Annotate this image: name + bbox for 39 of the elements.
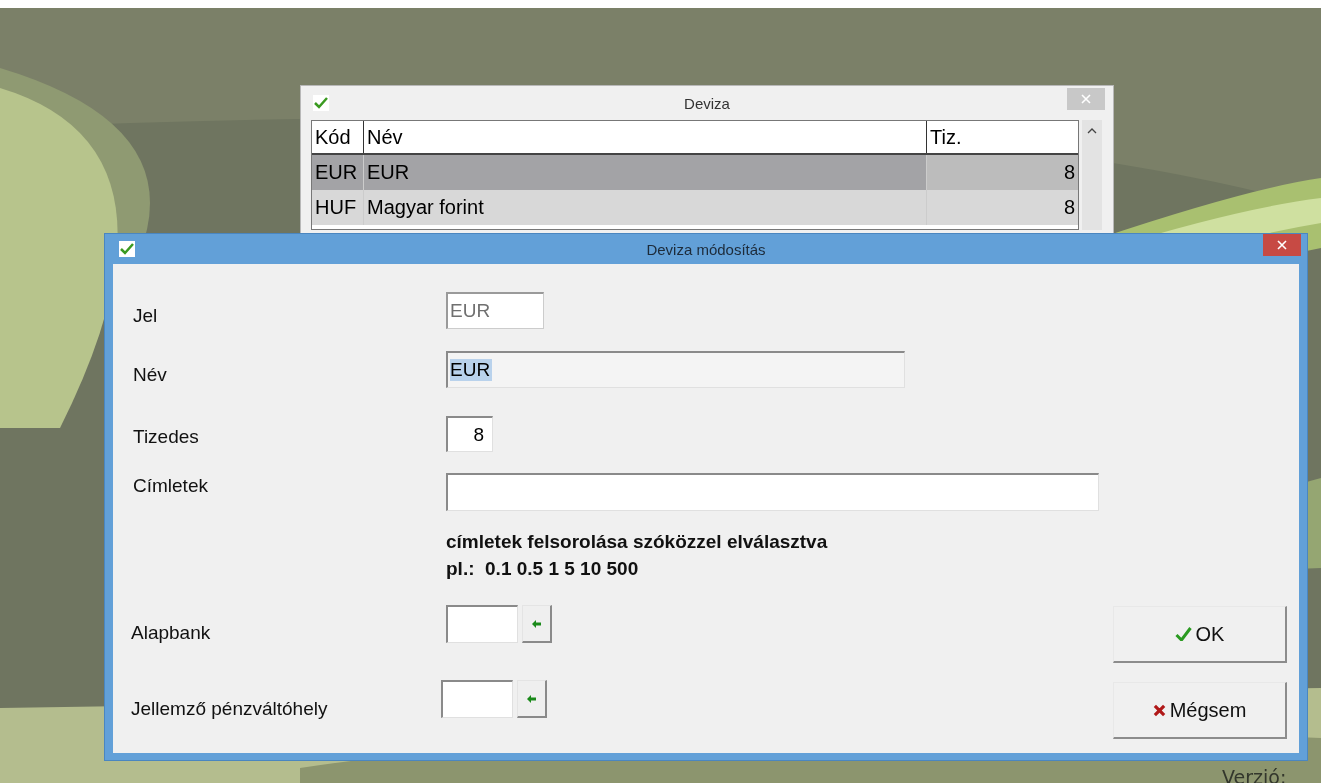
field-label: Név: [133, 363, 168, 386]
field-label: Alapbank: [131, 622, 212, 644]
table-cell: 8: [927, 155, 1078, 190]
window-title: Deviza: [683, 94, 731, 112]
scrollbar[interactable]: [1082, 120, 1102, 230]
table-row[interactable]: EUR EUR 8: [312, 155, 1078, 190]
ok-button[interactable]: OK: [1113, 606, 1287, 663]
table-cell: Magyar forint: [364, 190, 927, 225]
scroll-up-icon[interactable]: [1087, 128, 1097, 134]
field-label: Jellemző pénzváltóhely: [131, 698, 329, 720]
arrow-icon: [531, 619, 542, 628]
table-cell: HUF: [312, 190, 364, 225]
lookup-button[interactable]: [517, 680, 547, 718]
input-field[interactable]: [441, 680, 513, 718]
cross-icon: [1152, 703, 1166, 717]
field-label: Jel: [133, 304, 159, 327]
input-field[interactable]: [446, 473, 1099, 511]
checkmark-icon: [119, 241, 135, 257]
checkmark-icon: [313, 95, 329, 111]
column-header[interactable]: Kód: [312, 121, 364, 153]
input-field[interactable]: [446, 605, 518, 643]
hint-text: címletek felsorolása szóközzel elválasztva: [446, 530, 828, 554]
field-label: Tizedes: [133, 426, 200, 448]
close-button[interactable]: [1263, 234, 1301, 256]
close-icon: [1277, 240, 1287, 250]
arrow-icon: [526, 694, 537, 703]
lookup-button[interactable]: [522, 605, 552, 643]
field-label: Címletek: [133, 475, 209, 497]
input-field[interactable]: 8: [446, 416, 493, 452]
cancel-button[interactable]: Mégsem: [1113, 682, 1287, 739]
input-field[interactable]: EUR: [446, 351, 905, 388]
hint-text: pl.: 0.1 0.5 1 5 10 500: [446, 557, 640, 581]
close-icon: [1081, 94, 1091, 104]
table-cell-text: 8: [1062, 195, 1076, 220]
dialog-title: Deviza módosítás: [645, 240, 767, 258]
checkmark-icon: [1174, 627, 1192, 641]
table-row[interactable]: HUF Magyar forint 8: [312, 190, 1078, 225]
column-header[interactable]: Tiz.: [927, 121, 1078, 153]
column-header[interactable]: Név: [364, 121, 927, 153]
